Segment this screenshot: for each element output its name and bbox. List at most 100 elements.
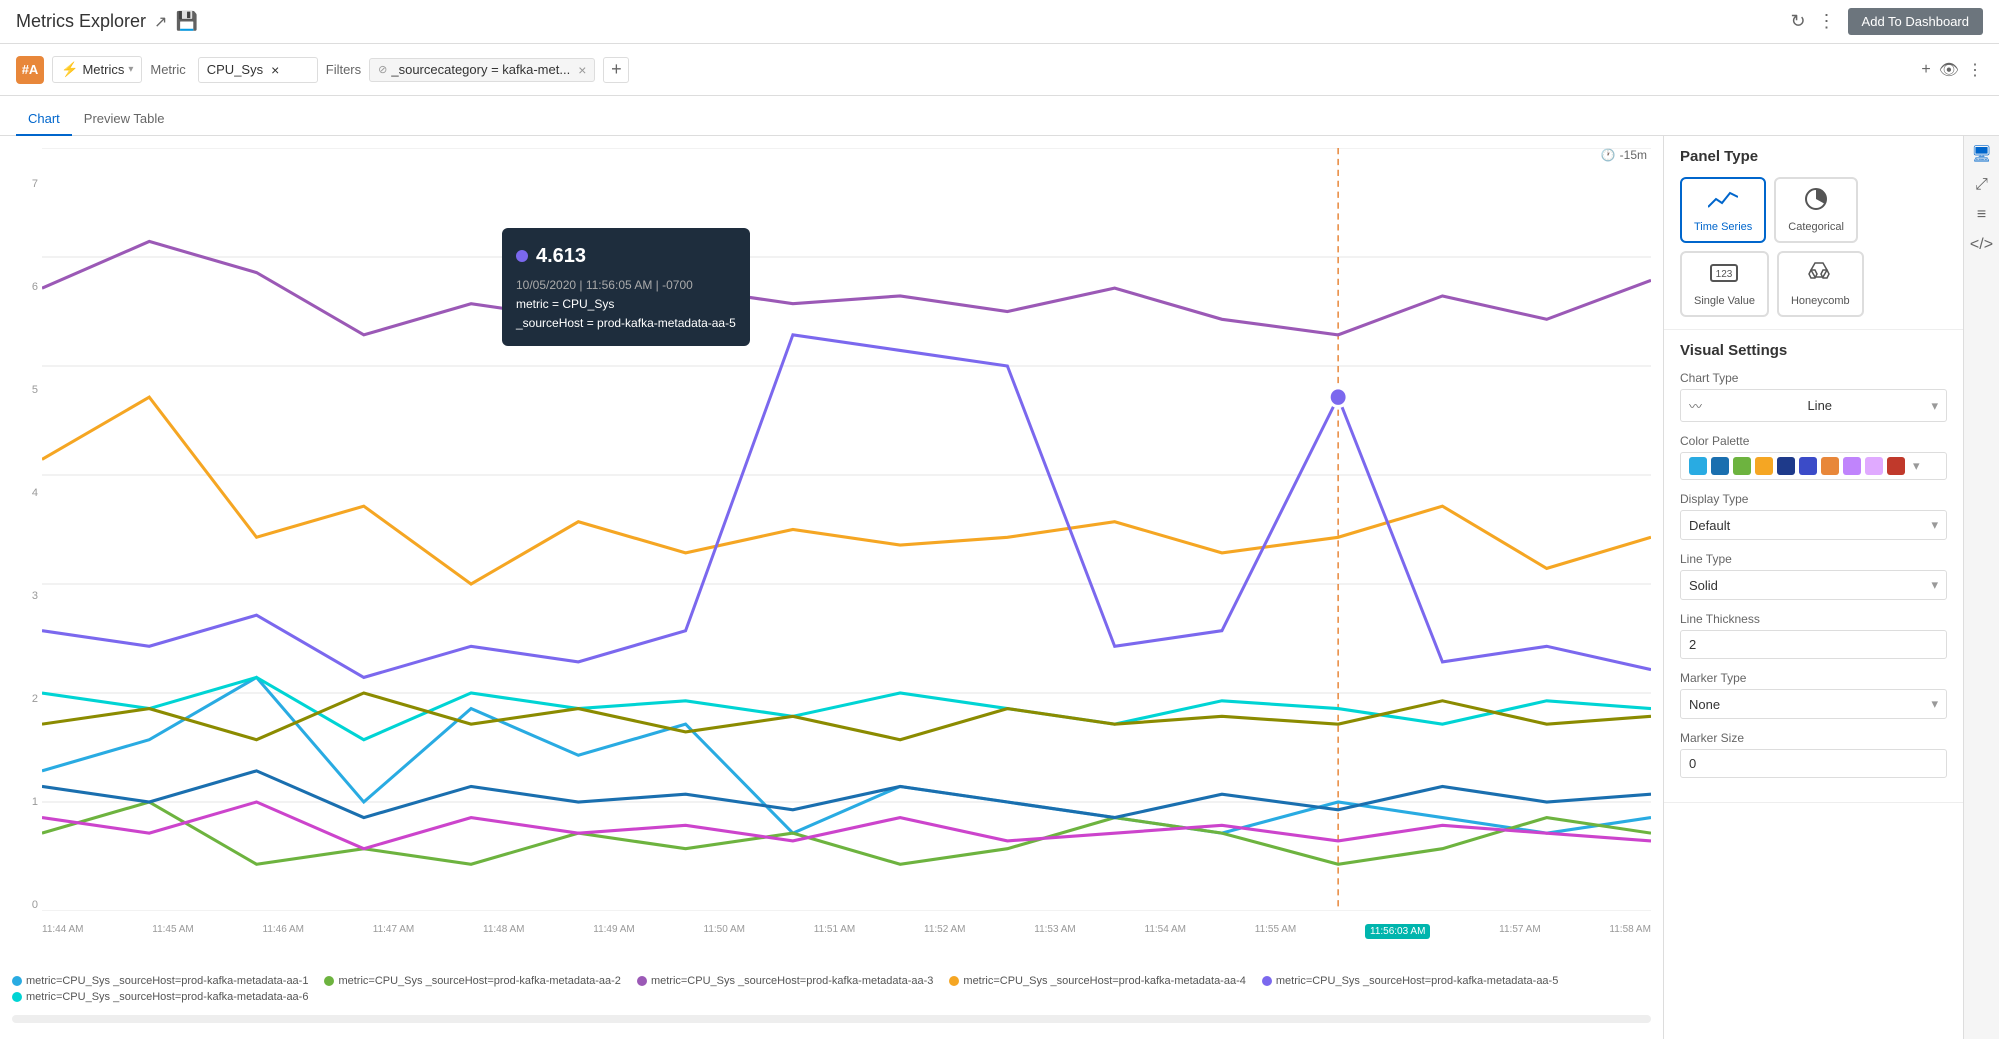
more-options-icon[interactable]: ⋮ (1818, 11, 1836, 32)
query-bar-actions: + 👁 ⋮ (1921, 60, 1983, 80)
line-type-select[interactable]: Solid ▾ (1680, 570, 1947, 600)
marker-size-label: Marker Size (1680, 731, 1947, 745)
metric-value-field[interactable]: CPU_Sys × (198, 57, 318, 83)
save-icon[interactable]: 💾 (175, 11, 197, 32)
main-content: 🕐 -15m 7 6 5 4 3 2 1 0 (0, 136, 1999, 1039)
y-label-3: 3 (32, 590, 38, 602)
list-icon[interactable]: ≡ (1977, 206, 1986, 224)
color-swatch-8[interactable] (1843, 457, 1861, 475)
right-panel: Panel Type Time Series (1663, 136, 1963, 1039)
chart-type-icon: 〰 (1689, 396, 1702, 415)
x-label-1156: 11:56:03 AM (1365, 924, 1430, 939)
legend-dot-3 (637, 976, 647, 986)
color-swatch-9[interactable] (1865, 457, 1883, 475)
chart-type-label: Chart Type (1680, 371, 1947, 385)
top-header: Metrics Explorer ↗ 💾 ↻ ⋮ Add To Dashboar… (0, 0, 1999, 44)
y-label-1: 1 (32, 796, 38, 808)
x-label-1147: 11:47 AM (373, 924, 415, 939)
metrics-selector[interactable]: ⚡ Metrics ▾ (52, 56, 142, 83)
time-series-label: Time Series (1694, 221, 1752, 233)
x-label-1153: 11:53 AM (1034, 924, 1076, 939)
color-palette-field: Color Palette ▾ (1680, 434, 1947, 480)
query-more-icon[interactable]: ⋮ (1967, 60, 1983, 80)
marker-size-select[interactable]: 0 (1680, 749, 1947, 778)
chart-legend: metric=CPU_Sys _sourceHost=prod-kafka-me… (12, 967, 1651, 1011)
chart-area: 🕐 -15m 7 6 5 4 3 2 1 0 (0, 136, 1663, 1039)
filter-remove-button[interactable]: × (578, 62, 586, 78)
query-visibility-icon[interactable]: 👁 (1939, 60, 1959, 80)
single-value-label: Single Value (1694, 295, 1755, 307)
marker-type-value: None (1689, 697, 1720, 712)
tab-preview-table[interactable]: Preview Table (72, 103, 177, 136)
marker-type-select[interactable]: None ▾ (1680, 689, 1947, 719)
query-add-icon[interactable]: + (1921, 61, 1930, 79)
svg-text:123: 123 (1716, 269, 1733, 280)
code-icon[interactable]: </> (1970, 236, 1993, 254)
color-swatch-3[interactable] (1733, 457, 1751, 475)
line-thickness-value: 2 (1689, 637, 1696, 652)
chart-type-field: Chart Type 〰 Line ▾ (1680, 371, 1947, 422)
display-type-select[interactable]: Default ▾ (1680, 510, 1947, 540)
refresh-icon[interactable]: ↻ (1790, 11, 1805, 32)
marker-size-field: Marker Size 0 (1680, 731, 1947, 778)
panel-type-time-series[interactable]: Time Series (1680, 177, 1766, 243)
color-swatch-4[interactable] (1755, 457, 1773, 475)
monitor-icon[interactable]: 🖥 (1971, 144, 1991, 164)
metrics-selector-label: Metrics (82, 62, 124, 77)
line-type-value: Solid (1689, 578, 1718, 593)
chart-scrollbar[interactable] (12, 1015, 1651, 1023)
color-swatch-6[interactable] (1799, 457, 1817, 475)
chart-type-select[interactable]: 〰 Line ▾ (1680, 389, 1947, 422)
color-swatch-1[interactable] (1689, 457, 1707, 475)
query-bar: #A ⚡ Metrics ▾ Metric CPU_Sys × Filters … (0, 44, 1999, 96)
honeycomb-icon (1805, 261, 1835, 291)
color-swatch-10[interactable] (1887, 457, 1905, 475)
tabs-bar: Chart Preview Table (0, 96, 1999, 136)
chart-type-value: Line (1807, 398, 1832, 413)
legend-label-1: metric=CPU_Sys _sourceHost=prod-kafka-me… (26, 975, 308, 987)
display-type-field: Display Type Default ▾ (1680, 492, 1947, 540)
add-to-dashboard-button[interactable]: Add To Dashboard (1848, 8, 1983, 35)
legend-item-6: metric=CPU_Sys _sourceHost=prod-kafka-me… (12, 991, 308, 1003)
legend-dot-5 (1262, 976, 1272, 986)
color-swatch-7[interactable] (1821, 457, 1839, 475)
color-palette-arrow[interactable]: ▾ (1913, 458, 1920, 474)
add-filter-button[interactable]: + (603, 57, 629, 83)
filter-value: _sourcecategory = kafka-met... (391, 62, 570, 77)
x-label-1155: 11:55 AM (1255, 924, 1297, 939)
tab-chart[interactable]: Chart (16, 103, 72, 136)
chart-svg (42, 148, 1651, 911)
x-label-1154: 11:54 AM (1145, 924, 1187, 939)
line-type-arrow: ▾ (1931, 577, 1938, 593)
categorical-label: Categorical (1788, 221, 1844, 233)
legend-dot-6 (12, 992, 22, 1002)
color-swatch-5[interactable] (1777, 457, 1795, 475)
visual-settings-title: Visual Settings (1680, 342, 1947, 359)
app-title: Metrics Explorer (16, 11, 146, 32)
y-label-7: 7 (32, 178, 38, 190)
legend-label-2: metric=CPU_Sys _sourceHost=prod-kafka-me… (338, 975, 620, 987)
header-right: ↻ ⋮ Add To Dashboard (1790, 8, 1983, 35)
metrics-dropdown-arrow[interactable]: ▾ (128, 64, 133, 75)
right-icon-strip: 🖥 ⤢ ≡ </> (1963, 136, 1999, 1039)
y-label-2: 2 (32, 693, 38, 705)
external-link-icon[interactable]: ↗ (154, 12, 167, 32)
legend-dot-4 (949, 976, 959, 986)
color-palette (1689, 457, 1905, 475)
line-type-label: Line Type (1680, 552, 1947, 566)
line-thickness-field: Line Thickness 2 (1680, 612, 1947, 659)
metric-clear-button[interactable]: × (271, 62, 279, 78)
panel-type-single-value[interactable]: 123 Single Value (1680, 251, 1769, 317)
resize-icon[interactable]: ⤢ (1975, 176, 1988, 194)
marker-type-field: Marker Type None ▾ (1680, 671, 1947, 719)
x-label-1157: 11:57 AM (1499, 924, 1541, 939)
panel-type-honeycomb[interactable]: Honeycomb (1777, 251, 1864, 317)
marker-type-label: Marker Type (1680, 671, 1947, 685)
line-thickness-select[interactable]: 2 (1680, 630, 1947, 659)
panel-type-categorical[interactable]: Categorical (1774, 177, 1858, 243)
color-swatch-2[interactable] (1711, 457, 1729, 475)
legend-item-3: metric=CPU_Sys _sourceHost=prod-kafka-me… (637, 975, 933, 987)
filter-exclude-icon: ⊘ (378, 63, 387, 76)
panel-type-title: Panel Type (1680, 148, 1947, 165)
x-label-1146: 11:46 AM (263, 924, 305, 939)
